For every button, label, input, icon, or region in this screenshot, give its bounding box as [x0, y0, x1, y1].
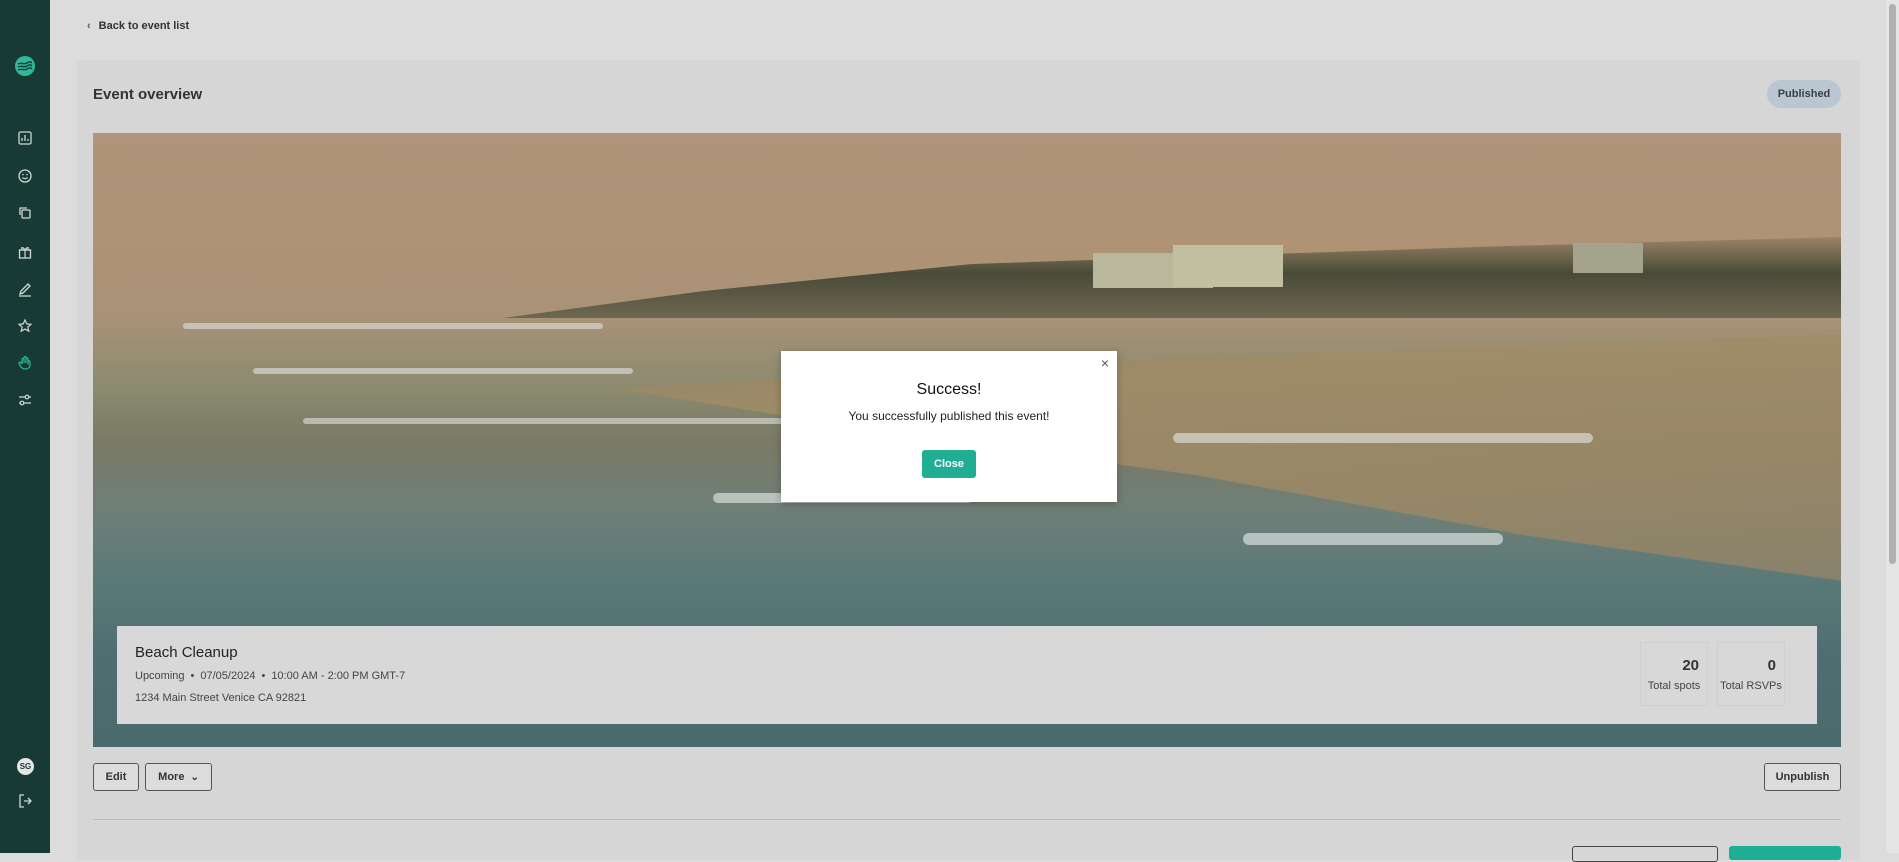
close-icon[interactable]: × — [1101, 356, 1109, 370]
success-modal: × Success! You successfully published th… — [781, 351, 1117, 502]
modal-message: You successfully published this event! — [848, 409, 1050, 423]
modal-title: Success! — [916, 381, 982, 398]
close-button[interactable]: Close — [922, 450, 976, 478]
